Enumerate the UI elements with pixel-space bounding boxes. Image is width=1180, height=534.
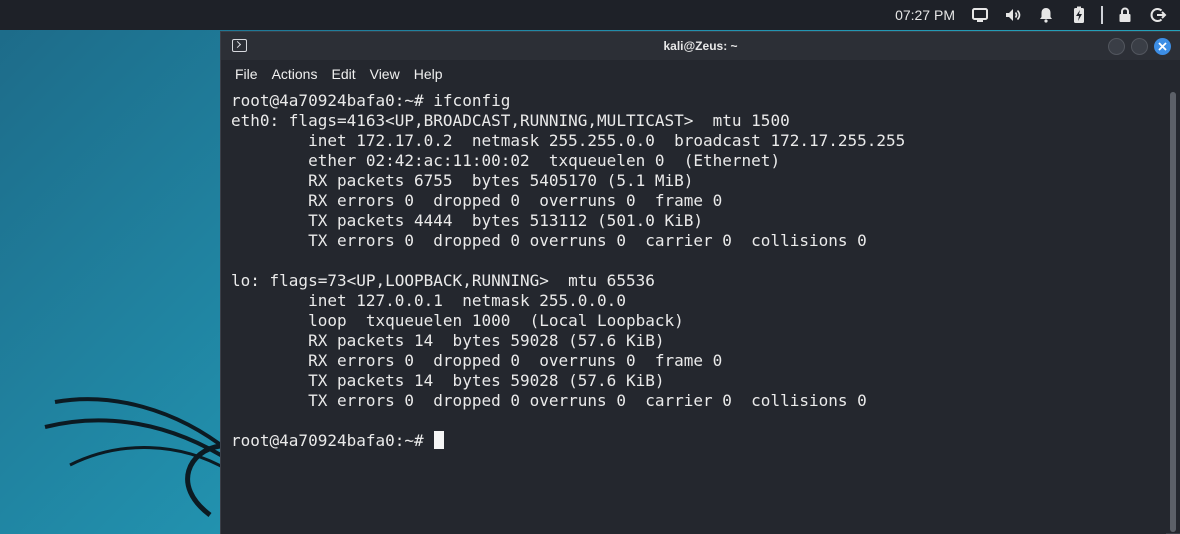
terminal-line: root@4a70924bafa0:~# ifconfig [231, 91, 511, 110]
terminal-cursor [433, 431, 444, 449]
logout-icon[interactable] [1147, 4, 1169, 26]
lock-icon[interactable] [1114, 4, 1136, 26]
volume-icon[interactable] [1002, 4, 1024, 26]
terminal-line: RX errors 0 dropped 0 overruns 0 frame 0 [231, 191, 723, 210]
terminal-window[interactable]: kali@Zeus: ~ File Actions Edit View Help… [220, 31, 1180, 534]
clock[interactable]: 07:27 PM [895, 7, 955, 23]
terminal-line: lo: flags=73<UP,LOOPBACK,RUNNING> mtu 65… [231, 271, 655, 290]
terminal-line: TX errors 0 dropped 0 overruns 0 carrier… [231, 231, 867, 250]
maximize-button[interactable] [1131, 38, 1148, 55]
terminal-line: RX packets 6755 bytes 5405170 (5.1 MiB) [231, 171, 694, 190]
notification-bell-icon[interactable] [1035, 4, 1057, 26]
prompt-line[interactable]: root@4a70924bafa0:~# [231, 431, 1166, 451]
menu-bar: File Actions Edit View Help [221, 60, 1180, 88]
prompt: root@4a70924bafa0:~# [231, 431, 424, 450]
terminal-line: loop txqueuelen 1000 (Local Loopback) [231, 311, 684, 330]
terminal-line: inet 172.17.0.2 netmask 255.255.0.0 broa… [231, 131, 906, 150]
menu-edit[interactable]: Edit [331, 66, 355, 82]
terminal-output[interactable]: root@4a70924bafa0:~# ifconfig eth0: flag… [221, 88, 1166, 534]
menu-file[interactable]: File [235, 66, 258, 82]
terminal-line: TX packets 4444 bytes 513112 (501.0 KiB) [231, 211, 704, 230]
terminal-line: eth0: flags=4163<UP,BROADCAST,RUNNING,MU… [231, 111, 790, 130]
tray-separator [1101, 6, 1103, 24]
system-tray: 07:27 PM [895, 0, 1180, 30]
menu-view[interactable]: View [370, 66, 400, 82]
terminal-line: TX errors 0 dropped 0 overruns 0 carrier… [231, 391, 867, 410]
window-title: kali@Zeus: ~ [663, 39, 738, 53]
terminal-line: inet 127.0.0.1 netmask 255.0.0.0 [231, 291, 626, 310]
window-titlebar[interactable]: kali@Zeus: ~ [221, 32, 1180, 60]
minimize-button[interactable] [1108, 38, 1125, 55]
terminal-line: ether 02:42:ac:11:00:02 txqueuelen 0 (Et… [231, 151, 781, 170]
scrollbar-thumb[interactable] [1170, 92, 1176, 532]
terminal-line: RX packets 14 bytes 59028 (57.6 KiB) [231, 331, 665, 350]
battery-charging-icon[interactable] [1068, 4, 1090, 26]
close-icon [1158, 42, 1167, 51]
menu-actions[interactable]: Actions [272, 66, 318, 82]
menu-help[interactable]: Help [414, 66, 443, 82]
terminal-line: RX errors 0 dropped 0 overruns 0 frame 0 [231, 351, 723, 370]
top-panel: 07:27 PM [0, 0, 1180, 30]
close-button[interactable] [1154, 38, 1171, 55]
terminal-line: TX packets 14 bytes 59028 (57.6 KiB) [231, 371, 665, 390]
scrollbar[interactable] [1170, 92, 1176, 532]
display-icon[interactable] [969, 4, 991, 26]
